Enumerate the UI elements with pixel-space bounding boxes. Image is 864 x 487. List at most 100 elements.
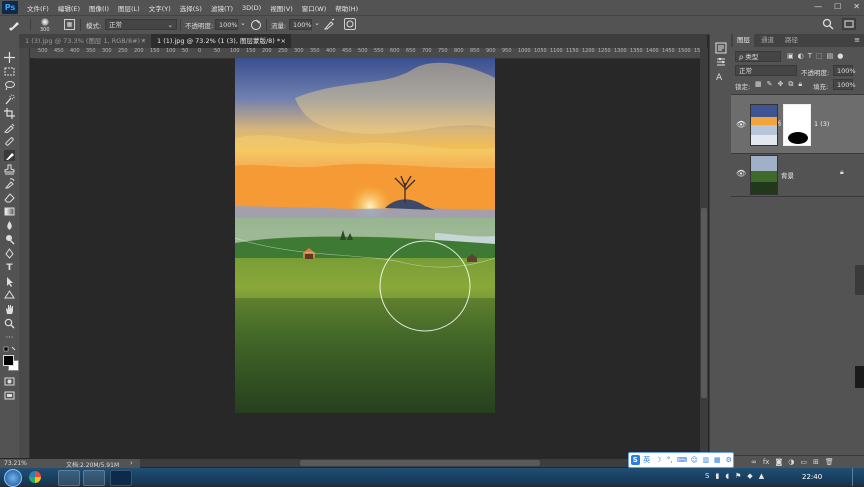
tab-layers[interactable]: 图层 [733,34,754,47]
lock-artboard-icon[interactable]: ⧉ [788,80,793,89]
tray-flag-icon[interactable]: ⚑ [735,472,741,480]
pressure-opacity-icon[interactable] [250,18,262,33]
horizontal-scrollbar[interactable] [140,459,700,467]
eyedropper-tool-icon[interactable] [4,122,15,133]
pressure-size-icon[interactable] [344,18,356,30]
brush-tool-icon[interactable] [8,19,22,33]
menu-filter[interactable]: 滤镜(T) [211,3,233,13]
horizontal-scroll-thumb[interactable] [300,460,540,466]
hand-tool-icon[interactable] [4,304,15,315]
menu-layer[interactable]: 图层(L) [118,3,140,13]
shape-tool-icon[interactable] [4,290,15,301]
layer-filter-select[interactable]: ρ 类型 [735,51,781,62]
zoom-tool-icon[interactable] [4,318,15,329]
layer-name[interactable]: 1 (3) [814,120,829,128]
tray-security-icon[interactable]: ◆ [747,472,752,480]
crop-tool-icon[interactable] [4,108,15,119]
tray-volume-icon[interactable]: ◖ [725,472,729,480]
clone-stamp-tool-icon[interactable] [4,164,15,175]
gradient-tool-icon[interactable] [4,206,15,217]
delete-layer-icon[interactable]: 🗑︎ [825,458,834,466]
tab-channels[interactable]: 通道 [757,34,778,47]
blur-tool-icon[interactable] [4,220,15,231]
opacity-dropdown-icon[interactable]: ⌄ [240,19,246,27]
ime-grid-icon[interactable]: ▦ [713,455,722,465]
ime-dot-icon[interactable]: °, [666,455,675,465]
ime-shirt-icon[interactable]: ▥ [702,455,711,465]
show-desktop-button[interactable] [852,468,864,486]
dodge-tool-icon[interactable] [4,234,15,245]
filter-smart-object-icon[interactable]: ▤ [827,52,834,60]
new-layer-icon[interactable]: ⊞ [813,458,819,466]
screen-mode-icon[interactable] [4,390,15,401]
tray-arrow-icon[interactable]: ▲ [759,472,764,480]
tab-paths[interactable]: 路径 [781,34,802,47]
lock-position-icon[interactable]: ✥ [778,80,784,89]
fill-input[interactable]: 100% [833,79,856,90]
brush-preset-picker[interactable]: 300 [36,17,56,33]
lasso-tool-icon[interactable] [4,80,15,91]
layer-row-background[interactable]: 👁︎ 背景 🔒︎ [731,152,864,197]
link-layers-icon[interactable]: ∞ [751,458,757,466]
menu-file[interactable]: 文件(F) [27,3,49,13]
layer-row-1-3[interactable]: 👁︎ § 1 (3) [731,94,864,154]
lock-transparent-icon[interactable]: ▦ [755,80,762,89]
mode-select[interactable]: 正常 ⌄ [105,19,177,30]
quick-mask-icon[interactable] [4,376,15,387]
start-button[interactable] [4,469,22,487]
close-button[interactable]: ✕ [853,2,860,11]
taskbar-clock[interactable]: 22:40 [802,473,822,481]
layer-opacity-input[interactable]: 100% [833,65,856,76]
path-selection-tool-icon[interactable] [4,276,15,287]
panel-menu-icon[interactable]: ≡ [854,36,860,44]
zoom-level[interactable]: 73.21% [4,460,27,467]
menu-help[interactable]: 帮助(H) [335,3,358,13]
properties-panel-icon[interactable] [715,56,727,70]
more-tools-icon[interactable]: ··· [4,332,15,343]
menu-3d[interactable]: 3D(D) [242,4,261,12]
brush-panel-toggle-icon[interactable]: ▦ [64,19,75,30]
filter-toggle-icon[interactable]: ● [837,52,843,60]
ime-s-icon[interactable]: S [631,455,640,465]
move-tool-icon[interactable] [4,52,15,63]
visibility-eye-icon[interactable]: 👁︎ [736,169,746,178]
tab-document-2[interactable]: 1 (1).jpg @ 73.2% (1 (3), 图层蒙版/8) * × [151,34,291,48]
menu-image[interactable]: 图像(I) [89,3,109,13]
visibility-eye-icon[interactable]: 👁︎ [736,120,746,129]
vertical-ruler[interactable] [19,48,30,458]
maximize-button[interactable]: ☐ [834,2,841,11]
search-icon[interactable] [822,18,834,32]
filter-type-icon[interactable]: T [808,52,812,60]
flow-dropdown-icon[interactable]: ⌄ [314,19,320,27]
document-image[interactable] [235,58,495,413]
workspace-switcher-icon[interactable] [842,18,856,30]
add-mask-icon[interactable]: ◙ [775,458,782,466]
pen-tool-icon[interactable] [4,248,15,259]
filter-shape-icon[interactable]: ⬚ [816,52,823,60]
character-panel-icon[interactable]: A [715,70,727,84]
quick-selection-tool-icon[interactable] [4,94,15,105]
ime-settings-icon[interactable]: ⚙ [725,455,734,465]
history-brush-tool-icon[interactable] [4,178,15,189]
side-dock-handle-2[interactable] [855,366,864,388]
blend-mode-select[interactable]: 正常 [735,65,797,76]
ime-en-icon[interactable]: 英 [643,455,652,465]
new-group-icon[interactable]: ▭ [800,458,807,466]
explorer-taskbar-icon[interactable] [58,470,80,486]
side-dock-handle-1[interactable] [855,265,864,295]
brush-tool-icon[interactable] [4,150,15,161]
ime-skin-icon[interactable]: ☺ [690,455,699,465]
eraser-tool-icon[interactable] [4,192,15,203]
lock-pixels-icon[interactable]: ✎ [767,80,773,89]
menu-view[interactable]: 视图(V) [270,3,293,13]
tab-document-1[interactable]: 1 (3).jpg @ 73.3% (图层 1, RGB/8#) * × [19,34,151,48]
lock-all-icon[interactable]: 🔒︎ [798,80,802,89]
flow-input[interactable]: 100% [289,19,312,30]
ime-moon-icon[interactable]: ☽ [654,455,663,465]
layer-name[interactable]: 背景 [781,170,794,180]
menu-window[interactable]: 窗口(W) [302,3,327,13]
menu-edit[interactable]: 编辑(E) [58,3,80,13]
layer-style-icon[interactable]: fx [763,458,770,466]
tray-ime-icon[interactable]: S [705,472,709,480]
marquee-tool-icon[interactable] [4,66,15,77]
